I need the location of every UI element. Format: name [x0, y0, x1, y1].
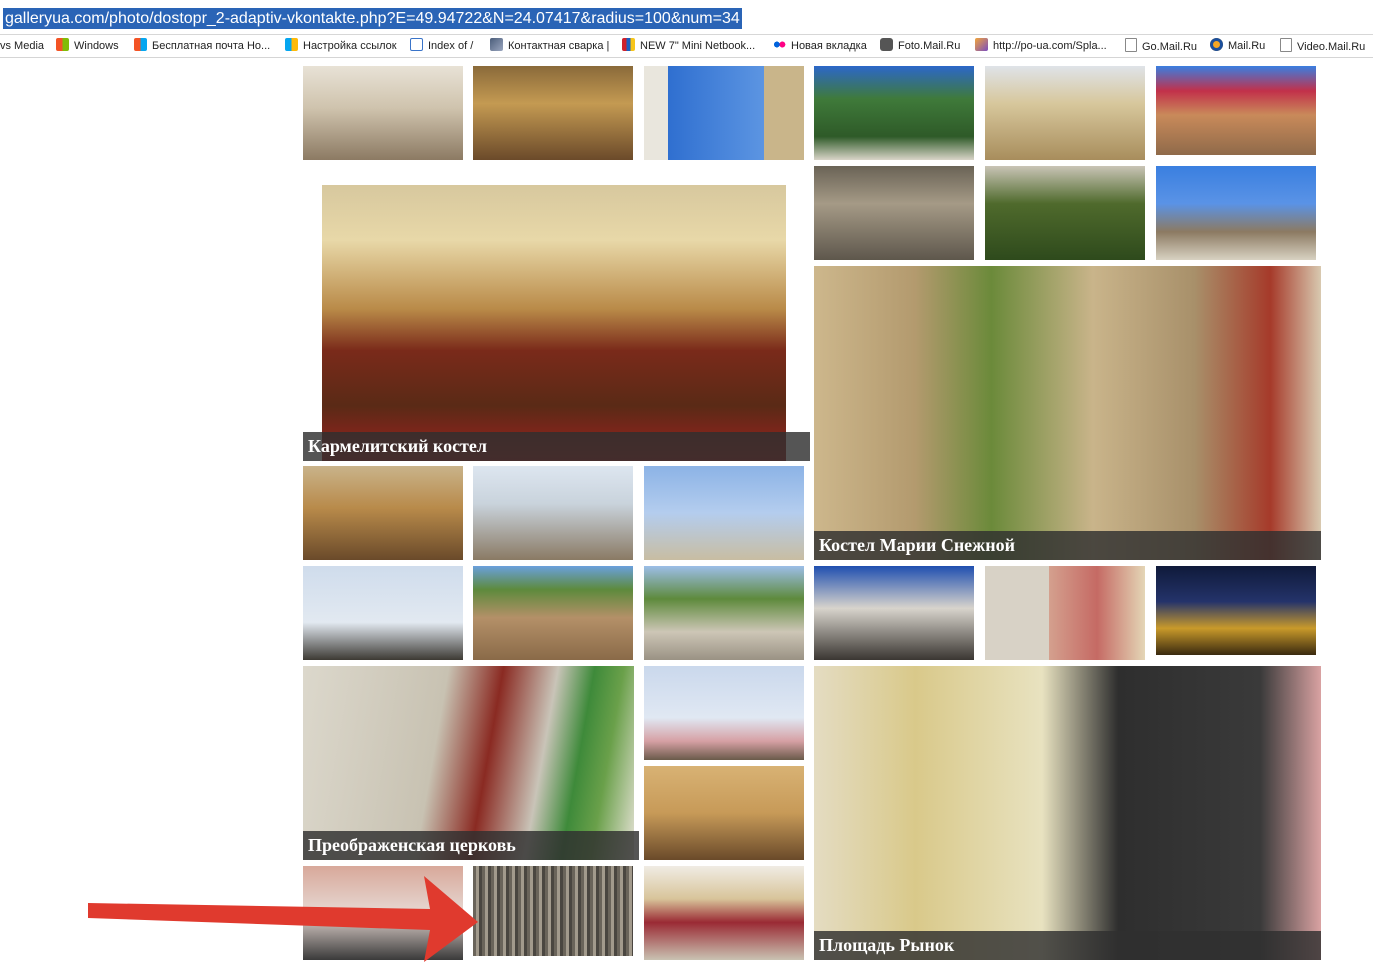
photo-karmelit-church[interactable]: Кармелитский костел — [303, 166, 810, 461]
bookmark-foto-mail[interactable]: Foto.Mail.Ru — [880, 38, 960, 54]
photo-crowd[interactable] — [473, 866, 633, 956]
caption-rynok: Площадь Рынок — [814, 931, 1321, 960]
bookmark-welding[interactable]: Контактная сварка | — [490, 38, 609, 54]
bookmark-mail-ru[interactable]: Mail.Ru — [1210, 38, 1265, 54]
photo-courtyard-cross[interactable] — [644, 566, 804, 660]
page-icon — [1280, 38, 1292, 52]
bookmark-windows[interactable]: Windows — [56, 38, 119, 54]
photo-park-building[interactable] — [985, 166, 1145, 260]
caption-maria: Костел Марии Снежной — [814, 531, 1321, 560]
camera-icon — [880, 38, 893, 51]
windows-icon — [56, 38, 69, 51]
bookmark-go-mail[interactable]: Go.Mail.Ru — [1125, 38, 1197, 54]
site-icon — [490, 38, 503, 51]
bookmark-video-mail[interactable]: Video.Mail.Ru — [1280, 38, 1365, 54]
bookmarks-bar: vs Media Windows Бесплатная почта Но... … — [0, 35, 1373, 58]
bookmark-po-ua[interactable]: http://po-ua.com/Spla... — [975, 38, 1107, 54]
photo-red-roof-building[interactable] — [1156, 66, 1316, 155]
caption-preobr: Преображенская церковь — [303, 831, 639, 860]
caption-karmelit: Кармелитский костел — [303, 432, 810, 461]
bookmark-index[interactable]: Index of / — [410, 38, 473, 54]
bookmark-mail-hotmail[interactable]: Бесплатная почта Но... — [134, 38, 270, 54]
shop-icon — [622, 38, 635, 51]
photo-street-tower[interactable] — [644, 66, 804, 160]
photo-twin-spires[interactable] — [303, 566, 463, 660]
address-bar[interactable]: galleryua.com/photo/dostopr_2-adaptiv-vk… — [0, 0, 1373, 35]
bookmark-netbook[interactable]: NEW 7" Mini Netbook... — [622, 38, 755, 54]
site-icon — [975, 38, 988, 51]
photo-pink-building-sign[interactable] — [303, 866, 463, 960]
windows-icon — [134, 38, 147, 51]
page-icon — [1125, 38, 1137, 52]
photo-tower-blue-sky[interactable] — [644, 466, 804, 560]
photo-pink-spire[interactable] — [644, 666, 804, 760]
mail-icon — [1210, 38, 1223, 51]
flickr-icon — [773, 38, 786, 51]
photo-old-church-yellow[interactable] — [985, 66, 1145, 160]
karmelit-image — [322, 185, 786, 461]
photo-city-panorama[interactable] — [473, 566, 633, 660]
bookmark-settings-links[interactable]: Настройка ссылок — [285, 38, 397, 54]
photo-maria-snezhnaya[interactable]: Костел Марии Снежной — [814, 266, 1321, 560]
photo-round-window[interactable] — [644, 766, 804, 860]
photo-ornate-facade[interactable] — [814, 566, 974, 660]
index-icon — [410, 38, 423, 51]
photo-chapel-trees[interactable] — [814, 66, 974, 160]
windows-icon — [285, 38, 298, 51]
photo-baroque-pediment[interactable] — [644, 866, 804, 960]
photo-colorful-houses[interactable] — [985, 566, 1145, 660]
photo-night-panorama[interactable] — [1156, 566, 1316, 655]
photo-altar-gold[interactable] — [303, 466, 463, 560]
photo-lion-statue[interactable] — [814, 166, 974, 260]
photo-dome[interactable] — [1156, 166, 1316, 260]
bookmark-media[interactable]: vs Media — [0, 38, 44, 54]
photo-iconostasis[interactable] — [473, 66, 633, 160]
photo-ploshchad-rynok[interactable]: Площадь Рынок — [814, 666, 1321, 960]
photo-church-interior-white[interactable] — [303, 66, 463, 160]
address-url[interactable]: galleryua.com/photo/dostopr_2-adaptiv-vk… — [3, 8, 742, 29]
photo-preobrazhenskaya[interactable]: Преображенская церковь — [303, 666, 639, 860]
photo-street-wires[interactable] — [473, 466, 633, 560]
bookmark-new-tab[interactable]: Новая вкладка — [773, 38, 867, 54]
